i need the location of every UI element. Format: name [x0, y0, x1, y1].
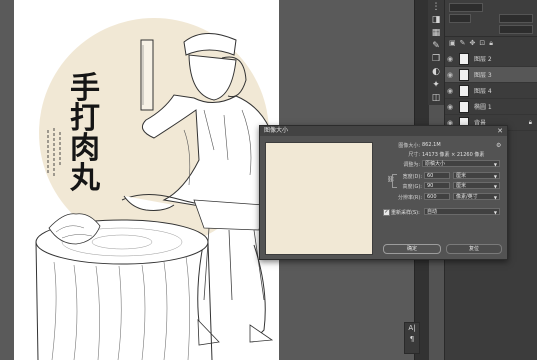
calligraphy-char: 肉	[70, 131, 100, 166]
blend-mode-select[interactable]	[449, 14, 471, 23]
lock-paint-icon[interactable]: ✎	[460, 39, 466, 49]
fit-to-label: 调整为:	[403, 162, 420, 168]
layer-thumbnail	[459, 100, 469, 113]
width-unit-value: 厘米	[456, 173, 467, 179]
image-size-dialog: 图像大小 ✕ 图像大小: 862.1M ⚙ 尺寸: 14173 像素 × 212…	[259, 125, 508, 260]
close-icon[interactable]: ✕	[497, 126, 503, 136]
resample-checkbox[interactable]: ✓	[383, 209, 390, 216]
layer-row[interactable]: ◉ 图层 2	[445, 51, 537, 67]
calligraphy-char: 打	[70, 101, 100, 136]
adjustments-icon[interactable]: ◐	[428, 65, 444, 78]
resolution-unit-value: 像素/英寸	[456, 194, 478, 200]
resolution-field[interactable]: 600	[424, 193, 450, 200]
artwork-illustration	[35, 18, 277, 360]
paths-icon[interactable]: ✦	[428, 78, 444, 91]
layer-name: 椭圆 1	[474, 104, 492, 111]
chevron-down-icon: ▼	[493, 195, 497, 200]
panel-icon-toolbar: ⋮ ◨ ▦ ✎ ❒ ◐ ✦ ◫	[428, 0, 444, 105]
resample-method-select[interactable]: 自动 ▼	[424, 208, 500, 215]
dialog-titlebar[interactable]: 图像大小 ✕	[260, 126, 507, 136]
image-size-value: 862.1M	[422, 142, 441, 148]
width-field[interactable]: 60	[424, 172, 450, 179]
resample-label: 重新采样(S):	[391, 210, 420, 216]
paragraph-panel-icon[interactable]: ¶	[405, 334, 419, 345]
fit-to-value: 原稿大小	[425, 161, 446, 167]
dimensions-label: 尺寸:	[408, 152, 420, 158]
layer-name: 图层 2	[474, 56, 492, 63]
calligraphy-title: 手 打 肉 丸	[68, 74, 102, 194]
lock-all-icon[interactable]: 🔒︎	[489, 39, 493, 49]
lock-move-icon[interactable]: ✥	[470, 39, 476, 49]
fit-to-select[interactable]: 原稿大小 ▼	[422, 160, 500, 167]
layer-name: 图层 3	[474, 72, 492, 79]
chevron-down-icon: ▼	[493, 162, 497, 167]
brush-icon[interactable]: ✎	[428, 39, 444, 52]
layers-panel-header	[445, 0, 537, 37]
image-size-label: 图像大小:	[398, 143, 420, 149]
eye-icon[interactable]: ◉	[445, 55, 455, 63]
image-preview[interactable]	[265, 142, 373, 255]
height-unit-value: 厘米	[456, 183, 467, 189]
opacity-field[interactable]	[499, 14, 533, 23]
resolution-unit-select[interactable]: 像素/英寸 ▼	[453, 193, 500, 200]
layer-name: 图层 4	[474, 88, 492, 95]
eye-icon[interactable]: ◉	[445, 71, 455, 79]
width-label: 宽度(D):	[402, 174, 422, 180]
chevron-down-icon: ▼	[493, 184, 497, 189]
layer-row[interactable]: ◉ 椭圆 1	[445, 99, 537, 115]
height-label: 高度(G):	[402, 184, 422, 190]
resolution-label: 分辨率(R):	[397, 195, 422, 201]
fill-field[interactable]	[499, 25, 533, 34]
channels-icon[interactable]: ◫	[428, 91, 444, 104]
layer-row[interactable]: ◉ 图层 4	[445, 83, 537, 99]
height-field[interactable]: 90	[424, 182, 450, 189]
character-panel-icon[interactable]: A|	[405, 323, 419, 334]
lock-pixels-icon[interactable]: ▣	[449, 39, 456, 49]
character-panel-dock: A| ¶	[404, 322, 420, 354]
swatches-icon[interactable]: ▦	[428, 26, 444, 39]
ok-button[interactable]: 确定	[383, 244, 441, 254]
layer-thumbnail	[459, 84, 469, 97]
dialog-title: 图像大小	[264, 127, 289, 134]
history-icon[interactable]: ⋮	[428, 0, 444, 13]
resample-method-value: 自动	[427, 209, 438, 215]
filter-type-select[interactable]	[449, 3, 483, 12]
libraries-icon[interactable]: ❒	[428, 52, 444, 65]
chevron-down-icon: ▼	[493, 210, 497, 215]
eye-icon[interactable]: ◉	[445, 87, 455, 95]
dimensions-value: 14173 像素 × 21260 像素	[422, 152, 485, 158]
reset-button[interactable]: 复位	[446, 244, 502, 254]
chevron-down-icon: ▼	[493, 174, 497, 179]
artboard[interactable]: 手 打 肉 丸	[14, 0, 279, 360]
calligraphy-char: 丸	[70, 161, 100, 196]
layer-row[interactable]: ◉ 图层 3	[445, 67, 537, 83]
layer-thumbnail	[459, 52, 469, 65]
height-unit-select[interactable]: 厘米 ▼	[453, 182, 500, 189]
lock-artboard-icon[interactable]: ⊡	[479, 39, 485, 49]
properties-icon[interactable]: ◨	[428, 13, 444, 26]
lock-icons-row: ▣ ✎ ✥ ⊡ 🔒︎	[445, 37, 537, 51]
width-unit-select[interactable]: 厘米 ▼	[453, 172, 500, 179]
lock-icon: 🔒︎	[528, 118, 532, 126]
eye-icon[interactable]: ◉	[445, 103, 455, 111]
layer-thumbnail	[459, 68, 469, 81]
gear-icon[interactable]: ⚙	[496, 142, 501, 149]
calligraphy-char: 手	[70, 71, 100, 106]
